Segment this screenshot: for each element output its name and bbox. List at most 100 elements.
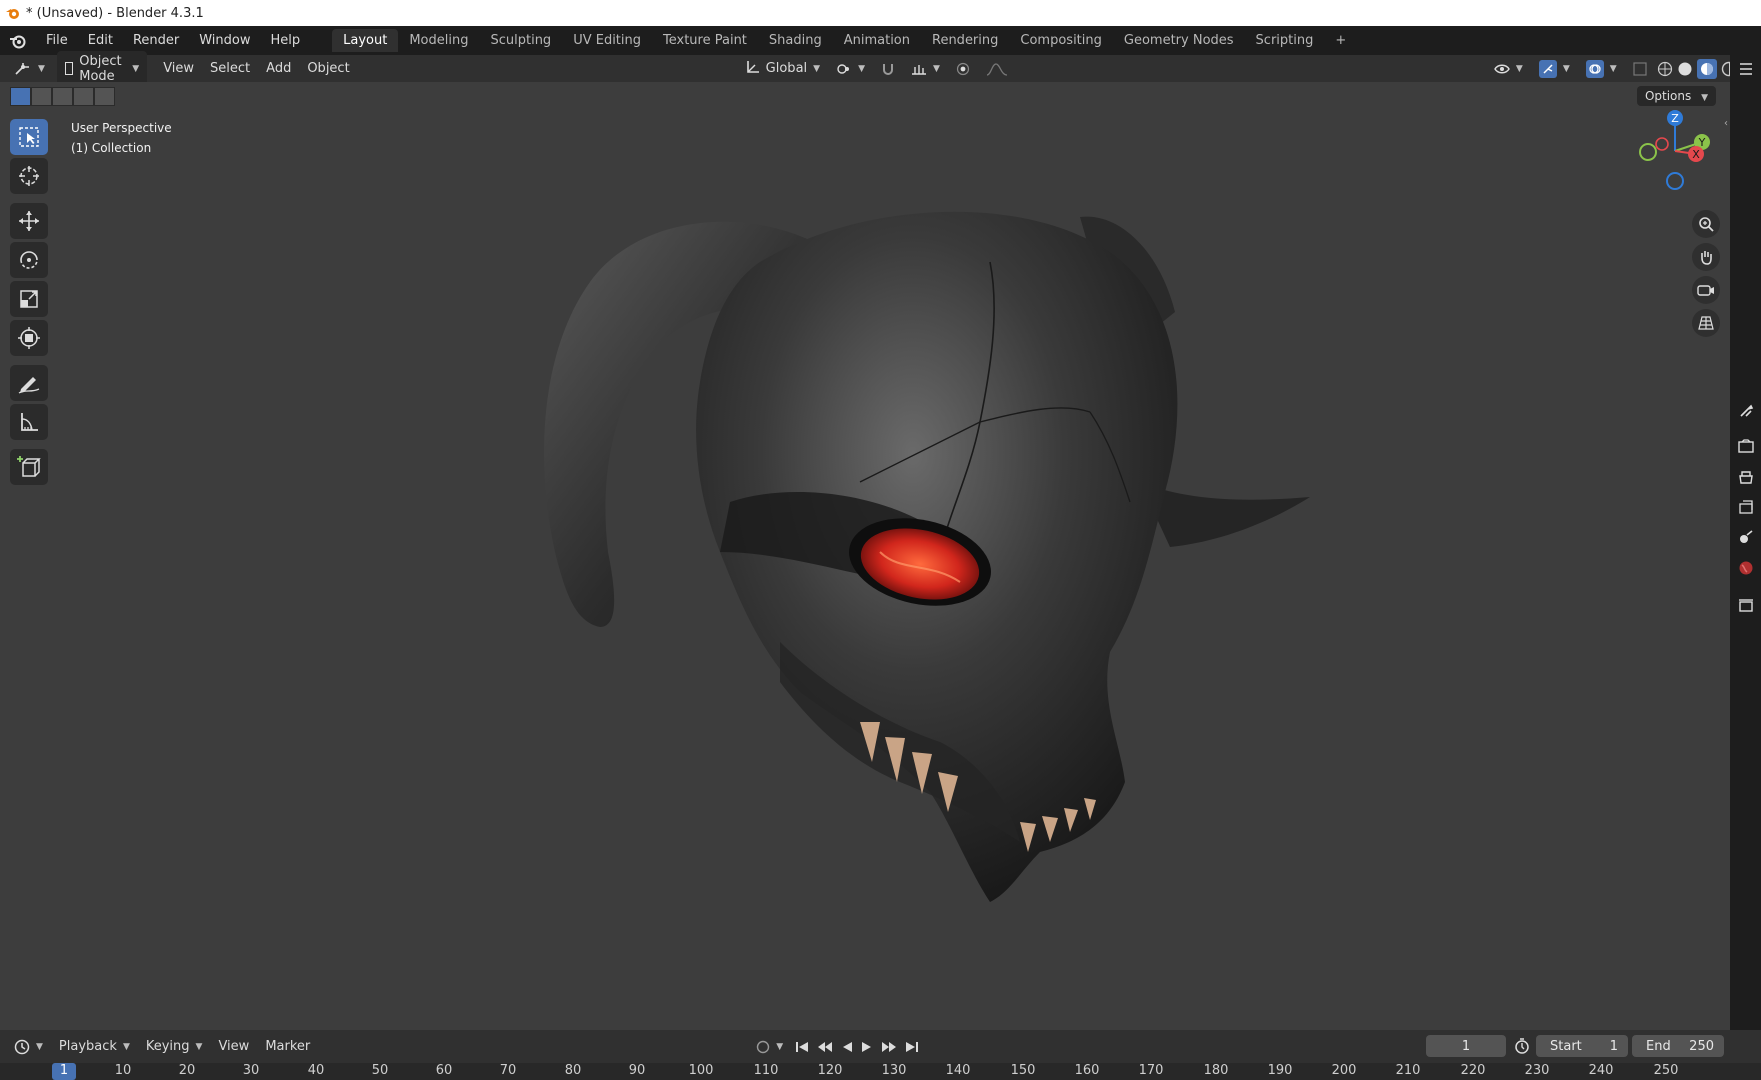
render-properties-icon[interactable] [1736, 436, 1756, 456]
skull-model[interactable] [0, 82, 1730, 1030]
shading-solid-icon[interactable] [1675, 58, 1695, 80]
transform-orientation-dropdown[interactable]: Global ▼ [738, 57, 828, 81]
mode-label: Object Mode [79, 53, 122, 84]
jump-start-icon[interactable] [791, 1038, 813, 1056]
menu-keying[interactable]: Keying ▼ [138, 1036, 211, 1057]
menu-marker[interactable]: Marker [257, 1036, 318, 1057]
menu-help[interactable]: Help [261, 33, 311, 48]
sidebar-collapse-icon[interactable]: ‹ [1724, 118, 1728, 129]
menu-view[interactable]: View [155, 58, 202, 79]
tab-shading[interactable]: Shading [758, 29, 833, 52]
current-frame-field[interactable]: 1 [1426, 1035, 1506, 1057]
menu-edit[interactable]: Edit [78, 33, 123, 48]
start-label: Start [1550, 1038, 1582, 1054]
tab-rendering[interactable]: Rendering [921, 29, 1009, 52]
ruler-tick: 80 [564, 1063, 582, 1078]
output-properties-icon[interactable] [1736, 467, 1756, 487]
gizmo-z-label: Z [1671, 112, 1679, 125]
view-layer-icon[interactable] [1736, 497, 1756, 517]
jump-keyframe-back-icon[interactable] [813, 1038, 837, 1056]
ruler-tick: 230 [1524, 1063, 1550, 1078]
perspective-grid-icon[interactable] [1692, 309, 1720, 337]
orientation-axis-icon [746, 60, 760, 78]
tab-compositing[interactable]: Compositing [1009, 29, 1113, 52]
scene-properties-icon[interactable] [1736, 527, 1756, 547]
tab-texture-paint[interactable]: Texture Paint [652, 29, 758, 52]
menu-select[interactable]: Select [202, 58, 258, 79]
keying-label: Keying [145, 1039, 190, 1054]
pivot-point-icon[interactable]: ▼ [828, 59, 873, 79]
start-frame-field[interactable]: Start 1 [1536, 1035, 1628, 1057]
tool-settings-icon[interactable] [1736, 401, 1756, 421]
ruler-tick: 130 [881, 1063, 907, 1078]
play-icon[interactable] [857, 1038, 877, 1056]
viewport-header: ▼ Object Mode ▼ View Select Add Object G… [0, 50, 1750, 87]
ruler-tick: 30 [242, 1063, 260, 1078]
world-properties-icon[interactable] [1736, 558, 1756, 578]
ruler-tick: 220 [1460, 1063, 1486, 1078]
ruler-tick: 140 [945, 1063, 971, 1078]
end-frame-field[interactable]: End 250 [1632, 1035, 1724, 1057]
proportional-editing-icon[interactable] [948, 59, 978, 79]
navigation-gizmo[interactable]: Z Y X [1630, 106, 1720, 196]
workspace-tabs: Layout Modeling Sculpting UV Editing Tex… [332, 29, 1357, 52]
tab-uv-editing[interactable]: UV Editing [562, 29, 652, 52]
jump-keyframe-forward-icon[interactable] [877, 1038, 901, 1056]
tab-animation[interactable]: Animation [833, 29, 921, 52]
tab-layout[interactable]: Layout [332, 29, 399, 52]
play-reverse-icon[interactable] [837, 1038, 857, 1056]
ruler-tick: 150 [1010, 1063, 1036, 1078]
ruler-tick: 50 [371, 1063, 389, 1078]
xray-toggle-icon[interactable] [1625, 59, 1655, 79]
camera-view-icon[interactable] [1692, 276, 1720, 304]
gizmo-toggle-icon[interactable]: ▼ [1531, 57, 1578, 81]
menu-timeline-view[interactable]: View [210, 1036, 257, 1057]
3d-viewport[interactable]: User Perspective (1) Collection Z Y X Op… [0, 82, 1730, 1030]
preview-range-clock-icon[interactable] [1514, 1038, 1530, 1058]
collection-properties-icon[interactable] [1736, 595, 1756, 615]
ruler-tick: 240 [1588, 1063, 1614, 1078]
tab-scripting[interactable]: Scripting [1245, 29, 1325, 52]
overlays-toggle-icon[interactable]: ▼ [1578, 57, 1625, 81]
menu-add[interactable]: Add [258, 58, 299, 79]
ruler-tick: 40 [307, 1063, 325, 1078]
jump-end-icon[interactable] [901, 1038, 923, 1056]
blender-menu-icon[interactable] [0, 33, 36, 49]
shading-wireframe-icon[interactable] [1655, 58, 1675, 80]
editor-type-icon[interactable]: ▼ [6, 59, 53, 79]
gizmo-neg-x-icon[interactable] [1655, 137, 1669, 151]
add-workspace-button[interactable]: + [1324, 29, 1357, 52]
snap-icon[interactable] [873, 59, 903, 79]
ruler-tick: 10 [114, 1063, 132, 1078]
properties-tab-strip [1730, 55, 1761, 1030]
start-value: 1 [1609, 1038, 1618, 1054]
zoom-icon[interactable] [1692, 210, 1720, 238]
auto-keying-icon[interactable]: ▼ [748, 1037, 791, 1057]
gizmo-neg-y-icon[interactable] [1639, 143, 1657, 161]
shading-material-icon[interactable] [1695, 56, 1719, 82]
menu-file[interactable]: File [36, 33, 78, 48]
snap-target-icon[interactable]: ▼ [903, 59, 948, 79]
menu-object[interactable]: Object [299, 58, 357, 79]
current-frame-marker[interactable]: 1 [52, 1063, 76, 1080]
pan-hand-icon[interactable] [1692, 243, 1720, 271]
ruler-tick: 100 [688, 1063, 714, 1078]
ruler-tick: 90 [628, 1063, 646, 1078]
gizmo-neg-z-icon[interactable] [1666, 172, 1684, 190]
ruler-tick: 20 [178, 1063, 196, 1078]
menu-window[interactable]: Window [189, 33, 260, 48]
tab-modeling[interactable]: Modeling [398, 29, 479, 52]
visibility-eye-icon[interactable]: ▼ [1486, 60, 1531, 78]
timeline-ruler[interactable]: 1 10 20 30 40 50 60 70 80 90 100 110 120… [0, 1063, 1761, 1080]
options-dropdown[interactable]: Options ▼ [1636, 86, 1716, 106]
tab-geometry-nodes[interactable]: Geometry Nodes [1113, 29, 1245, 52]
timeline-editor-type-icon[interactable]: ▼ [6, 1036, 51, 1058]
orientation-label: Global [765, 61, 808, 76]
ruler-tick: 160 [1074, 1063, 1100, 1078]
tab-sculpting[interactable]: Sculpting [479, 29, 562, 52]
title-bar: * (Unsaved) - Blender 4.3.1 [0, 0, 1761, 26]
editor-type-properties-icon[interactable] [1736, 59, 1756, 79]
falloff-icon[interactable] [978, 59, 1016, 79]
menu-playback[interactable]: Playback ▼ [51, 1036, 138, 1057]
menu-render[interactable]: Render [123, 33, 189, 48]
